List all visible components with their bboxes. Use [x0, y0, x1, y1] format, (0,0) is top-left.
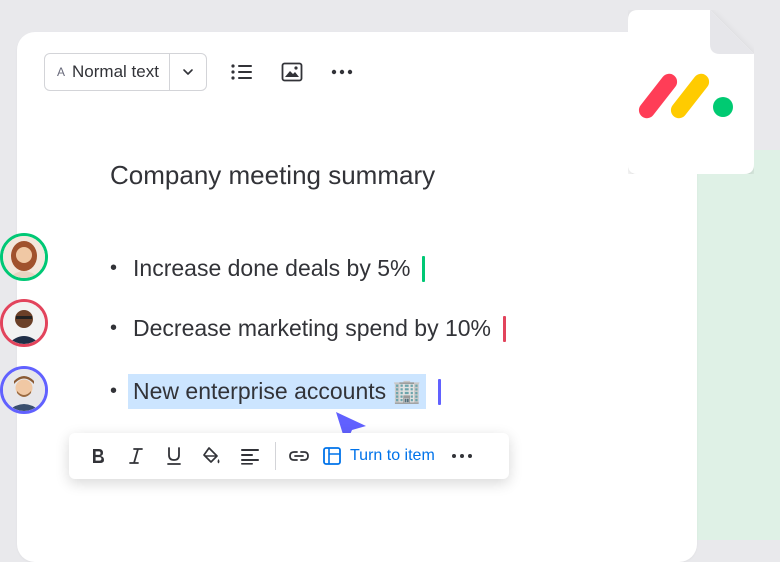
bullet-item[interactable]: • Decrease marketing spend by 10%: [110, 315, 506, 342]
avatar[interactable]: [0, 366, 48, 414]
text-style-value: Normal text: [72, 62, 159, 81]
more-icon[interactable]: [447, 441, 477, 471]
text-style-prefix: A: [57, 65, 66, 79]
bullet-text[interactable]: Increase done deals by 5%: [133, 255, 410, 282]
bullet-item[interactable]: • Increase done deals by 5%: [110, 255, 426, 282]
collaborator-cursor: [503, 315, 506, 342]
top-toolbar: A Normal text: [44, 52, 357, 92]
document-card: [17, 32, 697, 562]
italic-icon[interactable]: [121, 441, 151, 471]
image-icon[interactable]: [277, 57, 307, 87]
bold-icon[interactable]: [83, 441, 113, 471]
selected-bullet-text[interactable]: New enterprise accounts 🏢: [128, 374, 427, 409]
item-icon: [323, 447, 341, 465]
turn-to-item-label: Turn to item: [350, 447, 435, 464]
align-left-icon[interactable]: [235, 441, 265, 471]
text-style-select[interactable]: A Normal text: [44, 53, 207, 91]
collaborator-cursor: [438, 378, 442, 405]
bullet-item[interactable]: • New enterprise accounts 🏢: [110, 374, 442, 409]
monday-doc-file-icon: [628, 10, 754, 174]
formatting-toolbar: Turn to item: [69, 433, 509, 479]
bullet-dot: •: [110, 380, 118, 402]
bullet-dot: •: [110, 317, 118, 339]
avatar[interactable]: [0, 233, 48, 281]
bullet-dot: •: [110, 257, 118, 279]
paint-bucket-icon[interactable]: [197, 441, 227, 471]
bullet-list-icon[interactable]: [227, 57, 257, 87]
divider: [275, 442, 276, 470]
avatar[interactable]: [0, 299, 48, 347]
text-style-label[interactable]: A Normal text: [45, 54, 170, 90]
chevron-down-icon[interactable]: [170, 54, 206, 90]
underline-icon[interactable]: [159, 441, 189, 471]
link-icon[interactable]: [284, 441, 314, 471]
mint-background: [690, 150, 780, 540]
turn-to-item-button[interactable]: Turn to item: [322, 446, 435, 466]
document-title: Company meeting summary: [110, 160, 436, 190]
more-icon[interactable]: [327, 57, 357, 87]
collaborator-cursor: [422, 255, 426, 282]
bullet-text[interactable]: Decrease marketing spend by 10%: [133, 315, 491, 342]
